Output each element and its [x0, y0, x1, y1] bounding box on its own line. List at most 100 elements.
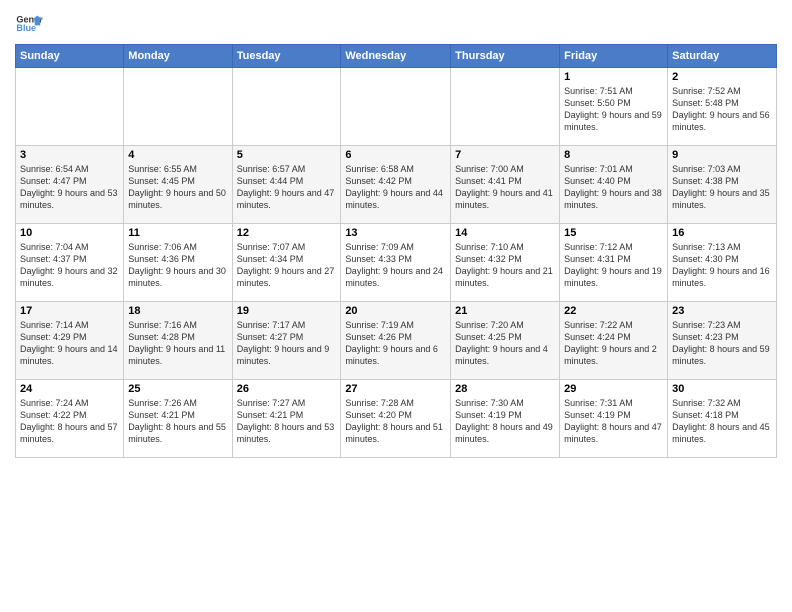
calendar-cell: 5 Sunrise: 6:57 AM Sunset: 4:44 PM Daylig… — [232, 146, 341, 224]
calendar-header-row: SundayMondayTuesdayWednesdayThursdayFrid… — [16, 45, 777, 68]
day-info: Sunrise: 6:58 AM Sunset: 4:42 PM Dayligh… — [345, 163, 446, 212]
day-info: Sunrise: 7:30 AM Sunset: 4:19 PM Dayligh… — [455, 397, 555, 446]
header: General Blue — [15, 10, 777, 38]
calendar-cell: 29 Sunrise: 7:31 AM Sunset: 4:19 PM Dayli… — [560, 380, 668, 458]
day-info: Sunrise: 7:16 AM Sunset: 4:28 PM Dayligh… — [128, 319, 227, 368]
day-info: Sunrise: 7:17 AM Sunset: 4:27 PM Dayligh… — [237, 319, 337, 368]
day-info: Sunrise: 7:06 AM Sunset: 4:36 PM Dayligh… — [128, 241, 227, 290]
day-number: 30 — [672, 383, 772, 395]
calendar-cell — [16, 68, 124, 146]
calendar-header-tuesday: Tuesday — [232, 45, 341, 68]
calendar-cell: 11 Sunrise: 7:06 AM Sunset: 4:36 PM Dayli… — [124, 224, 232, 302]
day-number: 26 — [237, 383, 337, 395]
day-number: 25 — [128, 383, 227, 395]
day-info: Sunrise: 7:23 AM Sunset: 4:23 PM Dayligh… — [672, 319, 772, 368]
calendar-header-sunday: Sunday — [16, 45, 124, 68]
calendar-cell: 10 Sunrise: 7:04 AM Sunset: 4:37 PM Dayli… — [16, 224, 124, 302]
calendar-header-friday: Friday — [560, 45, 668, 68]
calendar-cell: 24Sunrise: 7:24 AM Sunset: 4:22 PM Dayli… — [16, 380, 124, 458]
calendar-cell — [341, 68, 451, 146]
day-info: Sunrise: 7:52 AM Sunset: 5:48 PM Dayligh… — [672, 85, 772, 134]
day-info: Sunrise: 6:57 AM Sunset: 4:44 PM Dayligh… — [237, 163, 337, 212]
day-number: 19 — [237, 305, 337, 317]
day-info: Sunrise: 7:28 AM Sunset: 4:20 PM Dayligh… — [345, 397, 446, 446]
day-info: Sunrise: 6:54 AM Sunset: 4:47 PM Dayligh… — [20, 163, 119, 212]
day-number: 4 — [128, 149, 227, 161]
day-info: Sunrise: 7:19 AM Sunset: 4:26 PM Dayligh… — [345, 319, 446, 368]
day-info: Sunrise: 7:03 AM Sunset: 4:38 PM Dayligh… — [672, 163, 772, 212]
day-number: 9 — [672, 149, 772, 161]
day-number: 27 — [345, 383, 446, 395]
calendar-cell: 16Sunrise: 7:13 AM Sunset: 4:30 PM Dayli… — [668, 224, 777, 302]
calendar-cell: 21 Sunrise: 7:20 AM Sunset: 4:25 PM Dayli… — [451, 302, 560, 380]
day-number: 20 — [345, 305, 446, 317]
day-info: Sunrise: 6:55 AM Sunset: 4:45 PM Dayligh… — [128, 163, 227, 212]
calendar-header-saturday: Saturday — [668, 45, 777, 68]
calendar-header-monday: Monday — [124, 45, 232, 68]
day-number: 15 — [564, 227, 663, 239]
calendar-header-wednesday: Wednesday — [341, 45, 451, 68]
calendar-header-thursday: Thursday — [451, 45, 560, 68]
calendar-cell: 25 Sunrise: 7:26 AM Sunset: 4:21 PM Dayli… — [124, 380, 232, 458]
calendar-cell: 18 Sunrise: 7:16 AM Sunset: 4:28 PM Dayli… — [124, 302, 232, 380]
day-info: Sunrise: 7:07 AM Sunset: 4:34 PM Dayligh… — [237, 241, 337, 290]
calendar-cell — [124, 68, 232, 146]
day-info: Sunrise: 7:00 AM Sunset: 4:41 PM Dayligh… — [455, 163, 555, 212]
calendar-table: SundayMondayTuesdayWednesdayThursdayFrid… — [15, 44, 777, 458]
calendar-cell: 4 Sunrise: 6:55 AM Sunset: 4:45 PM Daylig… — [124, 146, 232, 224]
day-number: 18 — [128, 305, 227, 317]
calendar-cell: 26 Sunrise: 7:27 AM Sunset: 4:21 PM Dayli… — [232, 380, 341, 458]
day-info: Sunrise: 7:26 AM Sunset: 4:21 PM Dayligh… — [128, 397, 227, 446]
day-info: Sunrise: 7:14 AM Sunset: 4:29 PM Dayligh… — [20, 319, 119, 368]
day-number: 11 — [128, 227, 227, 239]
day-info: Sunrise: 7:22 AM Sunset: 4:24 PM Dayligh… — [564, 319, 663, 368]
calendar-cell: 2Sunrise: 7:52 AM Sunset: 5:48 PM Daylig… — [668, 68, 777, 146]
calendar-cell: 8 Sunrise: 7:01 AM Sunset: 4:40 PM Daylig… — [560, 146, 668, 224]
calendar-cell: 27 Sunrise: 7:28 AM Sunset: 4:20 PM Dayli… — [341, 380, 451, 458]
day-info: Sunrise: 7:01 AM Sunset: 4:40 PM Dayligh… — [564, 163, 663, 212]
day-info: Sunrise: 7:20 AM Sunset: 4:25 PM Dayligh… — [455, 319, 555, 368]
day-number: 29 — [564, 383, 663, 395]
day-number: 28 — [455, 383, 555, 395]
day-number: 13 — [345, 227, 446, 239]
calendar-cell: 14 Sunrise: 7:10 AM Sunset: 4:32 PM Dayli… — [451, 224, 560, 302]
day-info: Sunrise: 7:09 AM Sunset: 4:33 PM Dayligh… — [345, 241, 446, 290]
calendar-cell: 20 Sunrise: 7:19 AM Sunset: 4:26 PM Dayli… — [341, 302, 451, 380]
day-number: 5 — [237, 149, 337, 161]
calendar-cell: 12Sunrise: 7:07 AM Sunset: 4:34 PM Dayli… — [232, 224, 341, 302]
calendar-cell: 28 Sunrise: 7:30 AM Sunset: 4:19 PM Dayli… — [451, 380, 560, 458]
day-info: Sunrise: 7:27 AM Sunset: 4:21 PM Dayligh… — [237, 397, 337, 446]
day-info: Sunrise: 7:10 AM Sunset: 4:32 PM Dayligh… — [455, 241, 555, 290]
calendar-week-4: 24Sunrise: 7:24 AM Sunset: 4:22 PM Dayli… — [16, 380, 777, 458]
day-info: Sunrise: 7:04 AM Sunset: 4:37 PM Dayligh… — [20, 241, 119, 290]
page-container: General Blue SundayMondayTuesdayWednesda… — [0, 0, 792, 468]
calendar-cell: 9 Sunrise: 7:03 AM Sunset: 4:38 PM Daylig… — [668, 146, 777, 224]
day-info: Sunrise: 7:31 AM Sunset: 4:19 PM Dayligh… — [564, 397, 663, 446]
day-number: 8 — [564, 149, 663, 161]
day-number: 10 — [20, 227, 119, 239]
calendar-week-2: 10 Sunrise: 7:04 AM Sunset: 4:37 PM Dayli… — [16, 224, 777, 302]
calendar-cell — [232, 68, 341, 146]
day-number: 7 — [455, 149, 555, 161]
day-number: 3 — [20, 149, 119, 161]
day-number: 17 — [20, 305, 119, 317]
calendar-cell: 6 Sunrise: 6:58 AM Sunset: 4:42 PM Daylig… — [341, 146, 451, 224]
calendar-cell — [451, 68, 560, 146]
day-info: Sunrise: 7:51 AM Sunset: 5:50 PM Dayligh… — [564, 85, 663, 134]
svg-text:Blue: Blue — [16, 23, 36, 33]
day-number: 6 — [345, 149, 446, 161]
logo-icon: General Blue — [15, 10, 43, 38]
calendar-cell: 23 Sunrise: 7:23 AM Sunset: 4:23 PM Dayli… — [668, 302, 777, 380]
calendar-cell: 7 Sunrise: 7:00 AM Sunset: 4:41 PM Daylig… — [451, 146, 560, 224]
calendar-cell: 19 Sunrise: 7:17 AM Sunset: 4:27 PM Dayli… — [232, 302, 341, 380]
day-number: 14 — [455, 227, 555, 239]
calendar-cell: 13 Sunrise: 7:09 AM Sunset: 4:33 PM Dayli… — [341, 224, 451, 302]
day-info: Sunrise: 7:32 AM Sunset: 4:18 PM Dayligh… — [672, 397, 772, 446]
day-number: 21 — [455, 305, 555, 317]
logo: General Blue — [15, 10, 47, 38]
calendar-week-0: 1 Sunrise: 7:51 AM Sunset: 5:50 PM Daylig… — [16, 68, 777, 146]
day-number: 1 — [564, 71, 663, 83]
calendar-cell: 15Sunrise: 7:12 AM Sunset: 4:31 PM Dayli… — [560, 224, 668, 302]
day-number: 23 — [672, 305, 772, 317]
calendar-week-3: 17 Sunrise: 7:14 AM Sunset: 4:29 PM Dayli… — [16, 302, 777, 380]
